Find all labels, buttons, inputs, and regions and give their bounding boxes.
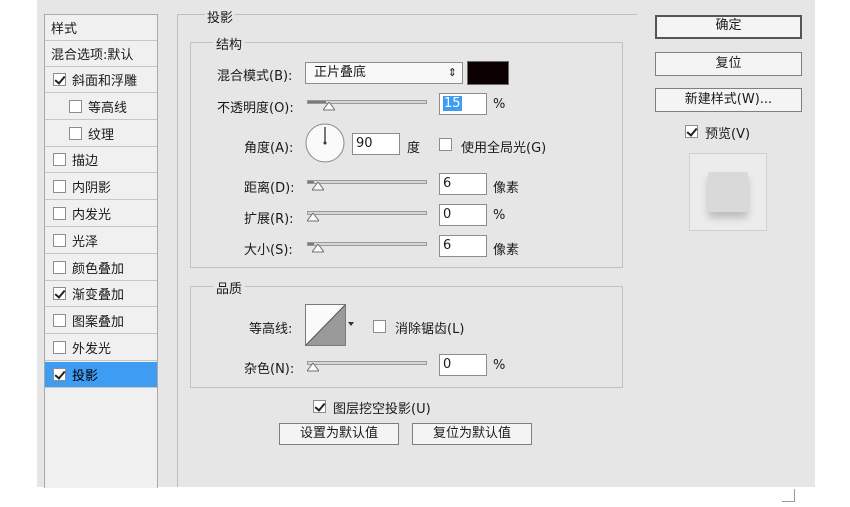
knockout-checkbox[interactable] xyxy=(313,400,332,417)
opacity-input[interactable]: 15 xyxy=(439,93,487,115)
new-style-button[interactable]: 新建样式(W)... xyxy=(655,88,802,112)
spread-slider[interactable] xyxy=(307,211,427,215)
knockout-check-icon xyxy=(313,400,326,413)
panel-frame xyxy=(177,14,637,16)
distance-slider[interactable] xyxy=(307,180,427,184)
style-item[interactable]: 内阴影 xyxy=(45,174,157,201)
checkbox-icon[interactable] xyxy=(53,180,66,194)
layer-style-dialog: 样式 混合选项:默认 斜面和浮雕等高线纹理描边内阴影内发光光泽颜色叠加渐变叠加图… xyxy=(37,0,815,488)
size-slider[interactable] xyxy=(307,242,427,246)
reset-to-default-button[interactable]: 复位为默认值 xyxy=(412,423,532,445)
checkbox-icon[interactable] xyxy=(69,99,82,113)
preview-checkbox[interactable] xyxy=(685,125,704,142)
style-item[interactable]: 内发光 xyxy=(45,201,157,227)
angle-label: 角度(A): xyxy=(244,141,294,156)
contour-picker[interactable] xyxy=(305,304,355,346)
style-item-label: 斜面和浮雕 xyxy=(72,74,138,89)
spread-unit: % xyxy=(493,208,506,223)
angle-input[interactable]: 90 xyxy=(352,133,400,155)
style-item-label: 外发光 xyxy=(72,342,112,357)
noise-unit: % xyxy=(493,358,506,373)
anti-alias-label: 消除锯齿(L) xyxy=(395,322,465,337)
preview-check-icon xyxy=(685,125,698,138)
knockout-label: 图层挖空投影(U) xyxy=(333,402,431,417)
ok-button[interactable]: 确定 xyxy=(655,15,802,39)
style-item-label: 纹理 xyxy=(88,127,115,143)
blend-mode-label: 混合模式(B): xyxy=(217,69,293,84)
checkbox-icon[interactable] xyxy=(69,126,82,140)
checkbox-icon[interactable] xyxy=(53,233,66,247)
resize-grip-icon[interactable] xyxy=(782,489,795,502)
updown-arrow-icon: ⇕ xyxy=(447,66,457,79)
opacity-unit: % xyxy=(493,97,506,112)
global-light-label: 使用全局光(G) xyxy=(461,141,547,156)
style-item-label: 光泽 xyxy=(72,234,99,250)
style-item-blending-options[interactable]: 混合选项:默认 xyxy=(45,41,157,67)
noise-slider[interactable] xyxy=(307,361,427,365)
style-item-label: 图案叠加 xyxy=(72,315,125,331)
style-item[interactable]: 投影 xyxy=(45,361,157,388)
spread-input[interactable]: 0 xyxy=(439,204,487,226)
panel-title: 投影 xyxy=(205,7,236,26)
blend-mode-select[interactable]: 正片叠底 ⇕ xyxy=(305,62,463,84)
checkbox-icon[interactable] xyxy=(53,260,66,274)
style-item-label: 颜色叠加 xyxy=(72,261,125,277)
make-default-button[interactable]: 设置为默认值 xyxy=(279,423,399,445)
preview-thumbnail xyxy=(689,153,767,231)
size-unit: 像素 xyxy=(493,243,520,258)
style-item-label: 渐变叠加 xyxy=(72,288,125,304)
checkbox-icon[interactable] xyxy=(53,367,66,381)
distance-label: 距离(D): xyxy=(244,181,295,196)
angle-unit: 度 xyxy=(407,141,421,156)
contour-curve-icon xyxy=(305,304,354,346)
style-item-label: 等高线 xyxy=(88,100,128,116)
style-item[interactable]: 颜色叠加 xyxy=(45,255,157,281)
contour-label: 等高线: xyxy=(249,322,293,337)
anti-alias-check-icon xyxy=(373,320,386,333)
angle-dial[interactable] xyxy=(305,123,345,163)
checkbox-icon[interactable] xyxy=(53,287,66,301)
checkbox-icon[interactable] xyxy=(53,207,66,220)
distance-input[interactable]: 6 xyxy=(439,173,487,195)
size-input[interactable]: 6 xyxy=(439,235,487,257)
style-item[interactable]: 等高线 xyxy=(45,94,157,120)
noise-input[interactable]: 0 xyxy=(439,354,487,376)
style-item[interactable]: 光泽 xyxy=(45,228,157,254)
quality-title: 品质 xyxy=(213,278,246,297)
checkbox-icon[interactable] xyxy=(53,314,66,328)
angle-dial-icon xyxy=(305,123,345,163)
checkbox-icon[interactable] xyxy=(53,153,66,167)
size-label: 大小(S): xyxy=(244,243,293,258)
style-item[interactable]: 外发光 xyxy=(45,335,157,361)
style-item-label: 内发光 xyxy=(72,208,112,223)
shadow-color-swatch[interactable] xyxy=(467,61,509,85)
style-item[interactable]: 描边 xyxy=(45,147,157,174)
checkbox-icon[interactable] xyxy=(53,73,66,86)
style-item-label: 内阴影 xyxy=(72,181,112,197)
style-item-label: 投影 xyxy=(72,368,99,384)
noise-label: 杂色(N): xyxy=(244,362,295,377)
style-item[interactable]: 渐变叠加 xyxy=(45,281,157,308)
style-item[interactable]: 纹理 xyxy=(45,121,157,147)
preview-label: 预览(V) xyxy=(705,127,751,142)
global-light-check-icon xyxy=(439,138,452,151)
opacity-label: 不透明度(O): xyxy=(217,101,294,116)
structure-title: 结构 xyxy=(213,34,246,53)
reset-button[interactable]: 复位 xyxy=(655,52,802,76)
style-list-header: 样式 xyxy=(45,15,157,41)
preview-swatch xyxy=(708,172,748,212)
spread-label: 扩展(R): xyxy=(244,212,294,227)
global-light-checkbox[interactable] xyxy=(439,138,458,155)
anti-alias-checkbox[interactable] xyxy=(373,320,392,337)
distance-unit: 像素 xyxy=(493,181,520,196)
checkbox-icon[interactable] xyxy=(53,341,66,354)
style-item[interactable]: 斜面和浮雕 xyxy=(45,67,157,93)
style-item-label: 描边 xyxy=(72,154,99,170)
style-list: 样式 混合选项:默认 斜面和浮雕等高线纹理描边内阴影内发光光泽颜色叠加渐变叠加图… xyxy=(44,14,158,488)
style-item[interactable]: 图案叠加 xyxy=(45,308,157,335)
panel-separator-left xyxy=(177,14,178,487)
